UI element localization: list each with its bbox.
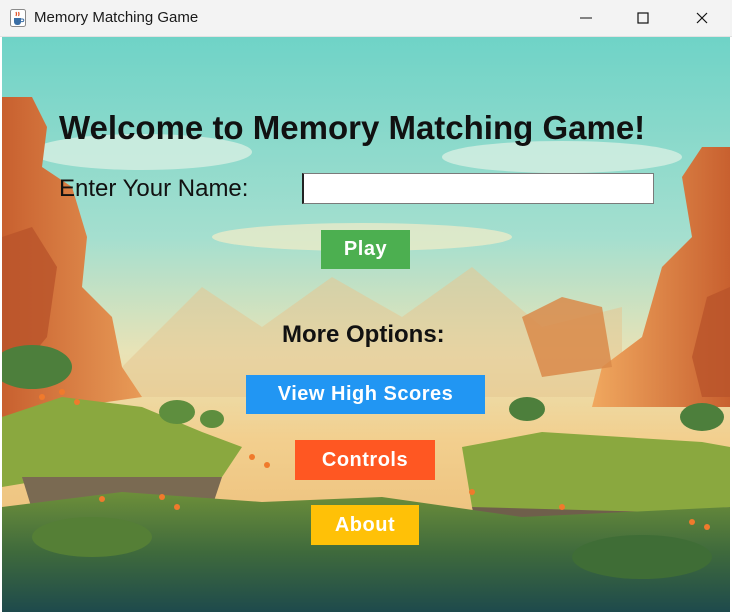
close-button[interactable] <box>679 0 725 36</box>
java-cup-icon <box>10 9 26 27</box>
view-high-scores-button[interactable]: View High Scores <box>246 375 485 414</box>
more-options-heading: More Options: <box>282 321 445 348</box>
window-title: Memory Matching Game <box>34 9 199 26</box>
name-input[interactable] <box>302 173 654 204</box>
game-menu-panel: Welcome to Memory Matching Game! Enter Y… <box>2 37 730 612</box>
name-label: Enter Your Name: <box>59 175 249 202</box>
welcome-title: Welcome to Memory Matching Game! <box>59 109 646 146</box>
window-title-bar[interactable]: Memory Matching Game <box>0 0 732 37</box>
maximize-button[interactable] <box>620 0 666 36</box>
close-icon <box>696 12 708 24</box>
minimize-icon <box>580 17 592 19</box>
controls-button[interactable]: Controls <box>295 440 435 480</box>
minimize-button[interactable] <box>563 0 609 36</box>
play-button[interactable]: Play <box>321 230 410 269</box>
maximize-icon <box>637 12 649 24</box>
about-button[interactable]: About <box>311 505 419 545</box>
